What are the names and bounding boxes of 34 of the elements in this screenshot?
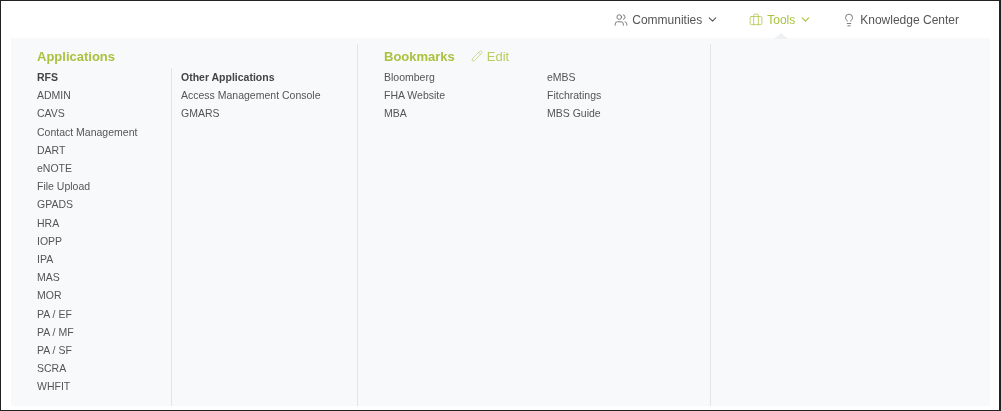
app-link[interactable]: DART [37, 140, 171, 159]
app-link[interactable]: File Upload [37, 177, 171, 196]
group-heading: RFS [37, 70, 59, 85]
group-heading: Other Applications [181, 70, 276, 85]
people-icon [614, 12, 629, 27]
bookmark-link[interactable]: eMBS [547, 68, 710, 87]
bookmark-link[interactable]: Bloomberg [384, 68, 547, 87]
app-link[interactable]: IOPP [37, 231, 171, 251]
app-link[interactable]: SCRA [37, 359, 171, 378]
pencil-icon [470, 50, 483, 62]
app-link[interactable]: eNOTE [37, 159, 171, 178]
section-title: Applications [37, 48, 115, 64]
app-link[interactable]: HRA [37, 213, 171, 232]
app-link[interactable]: MAS [37, 268, 171, 287]
app-link[interactable]: Access Management Console [181, 86, 347, 105]
app-link[interactable]: GPADS [37, 195, 171, 214]
app-link[interactable]: ADMIN [37, 86, 171, 105]
app-link[interactable]: PA / EF [37, 304, 171, 323]
app-link[interactable]: MOR [37, 286, 171, 305]
app-link[interactable]: PA / SF [37, 341, 171, 360]
app-link[interactable]: PA / MF [37, 322, 171, 342]
nav-link[interactable]: Knowledge Center [842, 1, 959, 38]
nav-link[interactable]: Communities [614, 1, 720, 38]
app-link[interactable]: GMARS [181, 104, 347, 123]
app-link[interactable]: CAVS [37, 104, 171, 123]
bookmark-link[interactable]: Fitchratings [547, 86, 710, 105]
briefcase-icon [749, 12, 764, 27]
app-link[interactable]: WHFIT [37, 377, 171, 396]
app-link[interactable]: Contact Management [37, 122, 171, 141]
bookmark-link[interactable]: MBA [384, 104, 547, 123]
app-link[interactable]: IPA [37, 250, 171, 269]
section-title: Bookmarks [384, 48, 455, 64]
bookmark-link[interactable]: MBS Guide [547, 104, 710, 123]
bookmark-link[interactable]: FHA Website [384, 86, 547, 105]
